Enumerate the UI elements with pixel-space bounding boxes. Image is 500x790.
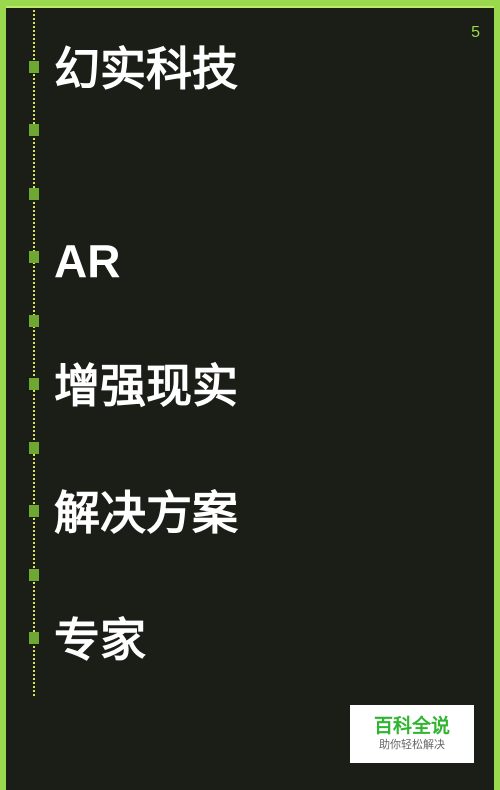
- list-marker-icon: [29, 505, 39, 517]
- page-number: 5: [471, 24, 480, 41]
- list-marker-icon: [29, 378, 39, 390]
- list-marker-icon: [29, 61, 39, 73]
- list-item-solutions: 解决方案: [54, 486, 238, 540]
- list-marker-icon: [29, 124, 39, 136]
- watermark-logo: 百科全说 助你轻松解决: [350, 705, 474, 763]
- list-marker-icon: [29, 632, 39, 644]
- watermark-title: 百科全说: [373, 715, 450, 737]
- list-marker-icon: [29, 315, 39, 327]
- frame-accent: [494, 630, 500, 790]
- slide-frame: 5 幻实科技 AR 增强现实 解决方案 专家 百科全说 助你轻松解决: [0, 0, 500, 790]
- list-marker-icon: [29, 442, 39, 454]
- list-marker-icon: [29, 569, 39, 581]
- list-item-company: 幻实科技: [54, 42, 238, 96]
- list-item-expert: 专家: [54, 613, 146, 667]
- timeline-dotted-line: [33, 6, 35, 696]
- list-marker-icon: [29, 251, 39, 263]
- list-marker-icon: [29, 188, 39, 200]
- list-item-ar: AR: [54, 235, 121, 287]
- watermark-subtitle: 助你轻松解决: [379, 738, 445, 751]
- list-item-augmented-reality: 增强现实: [54, 359, 238, 413]
